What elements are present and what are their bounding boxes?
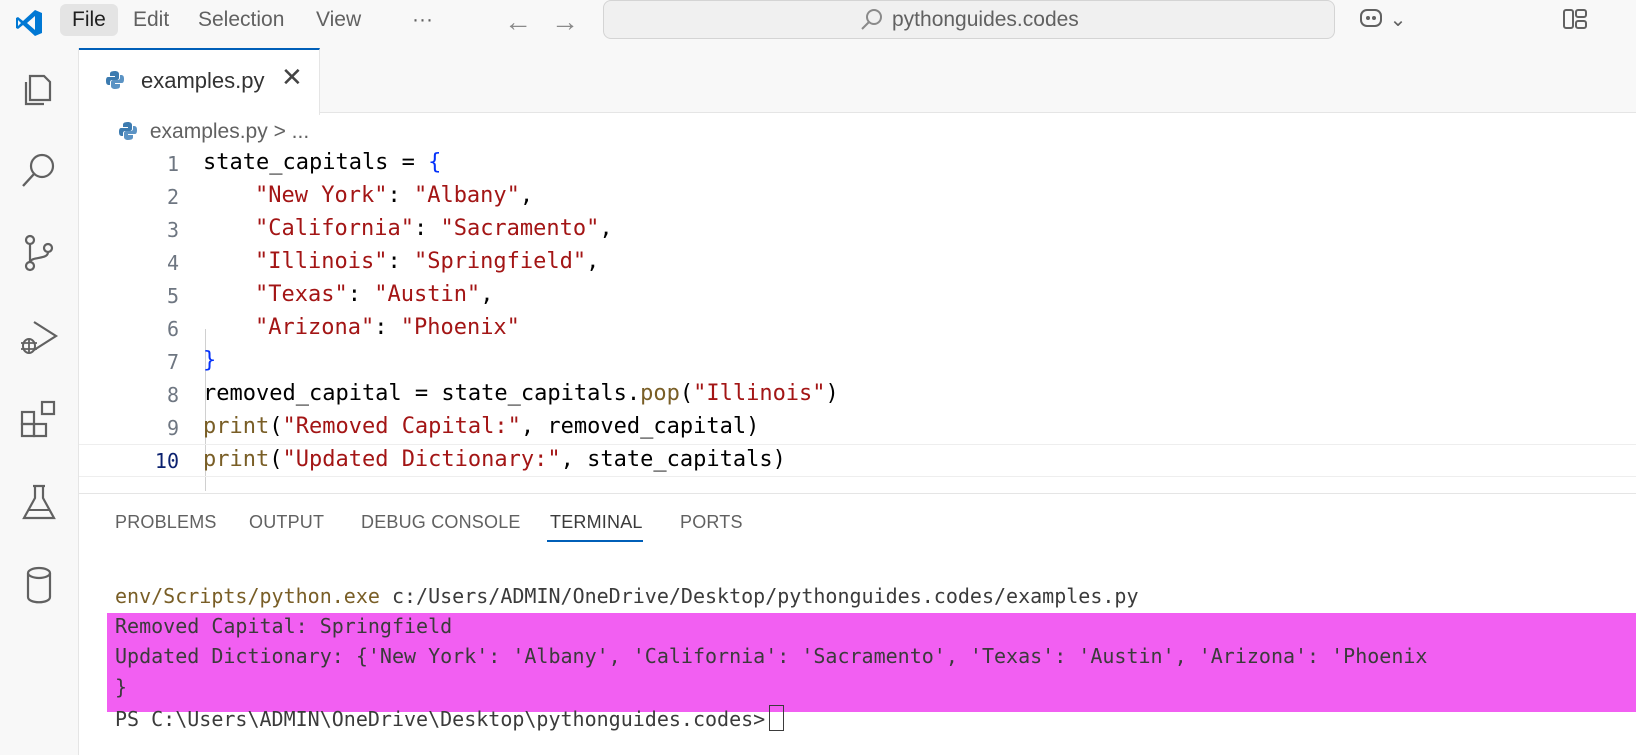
code-editor[interactable]: 1 state_capitals = { 2 "New York": "Alba… [79,148,1636,493]
code-text: "Texas": "Austin", [255,282,494,307]
tab-ports[interactable]: PORTS [680,512,743,533]
title-bar: File Edit Selection View ··· ← → pythong… [0,0,1636,48]
database-icon[interactable] [18,564,60,606]
tab-problems[interactable]: PROBLEMS [115,512,217,533]
editor-tab-bar: examples.py ✕ [79,48,1636,115]
source-control-icon[interactable] [18,232,60,274]
code-line[interactable]: 4 "Illinois": "Springfield", [79,247,1636,280]
line-number: 1 [166,152,179,176]
explorer-icon[interactable] [18,68,60,110]
code-line[interactable]: 7 } [79,346,1636,379]
code-line[interactable]: 3 "California": "Sacramento", [79,214,1636,247]
line-number: 9 [166,416,179,440]
code-text: "California": "Sacramento", [255,216,613,241]
menu-edit[interactable]: Edit [121,4,181,36]
active-tab-indicator [547,540,643,542]
chevron-down-icon: ⌄ [1389,9,1407,31]
line-number: 5 [166,284,179,308]
copilot-icon [1360,9,1382,27]
activity-bar [0,48,79,755]
line-number: 8 [166,383,179,407]
menu-file[interactable]: File [60,4,118,36]
breadcrumb[interactable]: examples.py > ... [119,120,310,144]
code-text: "Arizona": "Phoenix" [255,315,520,340]
close-icon[interactable]: ✕ [281,62,303,93]
code-line[interactable]: 8 removed_capital = state_capitals.pop("… [79,379,1636,412]
code-text: "New York": "Albany", [255,183,534,208]
code-text: removed_capital = state_capitals.pop("Il… [203,381,839,406]
line-number: 3 [166,218,179,242]
search-text: pythonguides.codes [892,8,1079,31]
terminal-output-line[interactable]: Removed Capital: Springfield [115,614,452,638]
code-line-current[interactable]: 10 print("Updated Dictionary:", state_ca… [79,444,1636,477]
tab-terminal[interactable]: TERMINAL [550,512,643,533]
code-line[interactable]: 9 print("Removed Capital:", removed_capi… [79,412,1636,445]
testing-icon[interactable] [18,482,60,524]
code-text: "Illinois": "Springfield", [255,249,600,274]
menu-view[interactable]: View [304,4,373,36]
tab-debug-console[interactable]: DEBUG CONSOLE [361,512,521,533]
forward-arrow-icon[interactable]: → [551,6,579,38]
copilot-menu[interactable]: ⌄ [1358,6,1406,32]
code-text: print("Updated Dictionary:", state_capit… [203,447,786,472]
terminal-output-line[interactable]: } [115,675,127,699]
code-line[interactable]: 2 "New York": "Albany", [79,181,1636,214]
python-file-icon [106,71,124,89]
menu-selection[interactable]: Selection [186,4,296,36]
terminal-output-line[interactable]: Updated Dictionary: {'New York': 'Albany… [115,644,1427,668]
extensions-icon[interactable] [18,398,60,440]
tab-output[interactable]: OUTPUT [249,512,324,533]
line-number: 10 [154,449,179,473]
code-line[interactable]: 5 "Texas": "Austin", [79,280,1636,313]
code-text: state_capitals = { [203,150,442,175]
terminal-prompt[interactable]: PS C:\Users\ADMIN\OneDrive\Desktop\pytho… [115,705,785,731]
line-number: 2 [166,185,179,209]
python-file-icon [119,122,137,140]
layout-toggle-icon[interactable] [1562,6,1588,32]
breadcrumb-file[interactable]: examples.py [150,120,268,143]
terminal-cursor [769,705,785,731]
code-text: } [203,348,217,373]
line-number: 7 [166,350,179,374]
vscode-logo-icon [16,10,42,36]
tab-label: examples.py [141,68,265,93]
line-number: 6 [166,317,179,341]
bottom-panel: PROBLEMS OUTPUT DEBUG CONSOLE TERMINAL P… [79,493,1636,756]
terminal-command-line[interactable]: env/Scripts/python.exe c:/Users/ADMIN/On… [115,584,1139,608]
menu-more[interactable]: ··· [400,4,445,36]
search-icon[interactable] [18,150,60,192]
breadcrumb-rest[interactable]: > ... [268,120,310,143]
command-center-search[interactable]: pythonguides.codes [603,0,1335,39]
search-icon [861,9,882,30]
code-text: print("Removed Capital:", removed_capita… [203,414,760,439]
code-line[interactable]: 6 "Arizona": "Phoenix" [79,313,1636,346]
back-arrow-icon[interactable]: ← [504,6,532,38]
line-number: 4 [166,251,179,275]
tab-examples-py[interactable]: examples.py ✕ [79,48,320,115]
run-debug-icon[interactable] [18,316,60,358]
code-line[interactable]: 1 state_capitals = { [79,148,1636,181]
